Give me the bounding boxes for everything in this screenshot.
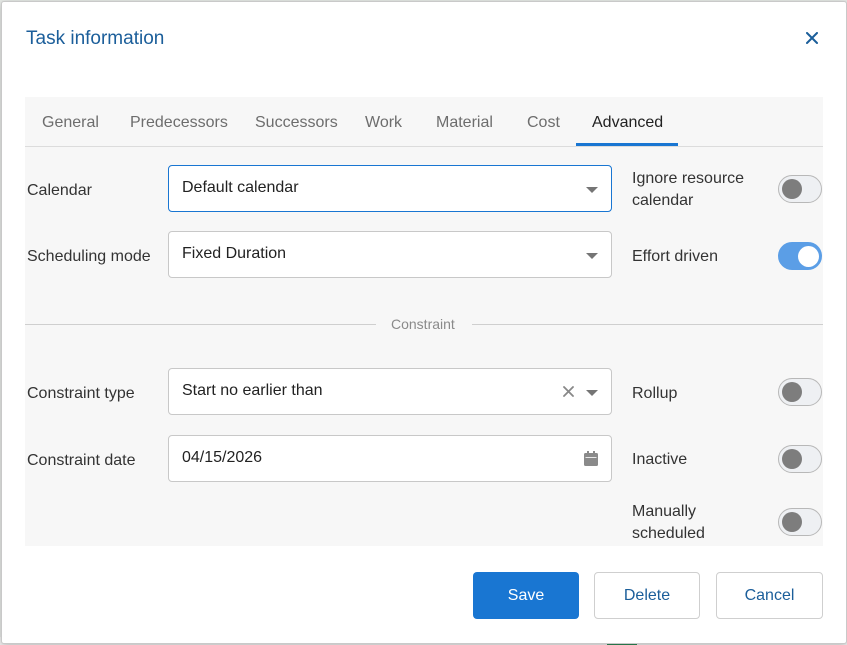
scheduling-mode-value: Fixed Duration [182, 245, 287, 262]
save-button[interactable]: Save [473, 572, 579, 619]
constraint-date-value: 04/15/2026 [182, 449, 263, 466]
constraint-date-field[interactable]: 04/15/2026 [168, 435, 612, 482]
constraint-divider-left [25, 324, 376, 325]
dialog-body: General Predecessors Successors Work Mat… [25, 97, 823, 546]
task-information-dialog: Task information General Predecessors Su… [1, 1, 847, 644]
scheduling-mode-select[interactable]: Fixed Duration [168, 231, 612, 278]
effort-driven-label: Effort driven [632, 248, 718, 265]
inactive-toggle[interactable] [778, 445, 822, 473]
constraint-type-select[interactable]: Start no earlier than [168, 368, 612, 415]
toggle-knob [782, 179, 802, 199]
tab-bar: General Predecessors Successors Work Mat… [25, 97, 823, 147]
manually-scheduled-label-line1: Manually [632, 503, 697, 520]
clear-icon [562, 385, 574, 397]
chevron-down-icon [586, 253, 598, 259]
tab-advanced[interactable]: Advanced [592, 114, 663, 132]
rollup-label: Rollup [632, 385, 678, 402]
constraint-divider-right [472, 324, 823, 325]
delete-button[interactable]: Delete [594, 572, 700, 619]
close-icon [806, 32, 818, 44]
constraint-type-value: Start no earlier than [182, 382, 323, 399]
tab-successors[interactable]: Successors [255, 114, 338, 132]
tab-work[interactable]: Work [365, 114, 402, 132]
clear-button[interactable] [558, 381, 578, 401]
close-button[interactable] [798, 24, 826, 52]
toggle-knob [798, 245, 819, 267]
constraint-type-label: Constraint type [27, 385, 135, 402]
effort-driven-toggle[interactable] [778, 242, 822, 270]
active-tab-indicator [576, 143, 678, 146]
toggle-knob [782, 449, 802, 469]
chevron-down-icon [586, 187, 598, 193]
ignore-resource-calendar-toggle[interactable] [778, 175, 822, 203]
tab-material[interactable]: Material [436, 114, 493, 132]
tab-predecessors[interactable]: Predecessors [130, 114, 228, 132]
tab-cost[interactable]: Cost [527, 114, 560, 132]
calendar-label: Calendar [27, 182, 92, 199]
calendar-icon[interactable] [583, 450, 599, 472]
tab-general[interactable]: General [42, 114, 99, 132]
ignore-resource-calendar-label-line2: calendar [632, 192, 694, 209]
scheduling-mode-label: Scheduling mode [27, 248, 151, 265]
toggle-knob [782, 512, 802, 532]
constraint-date-label: Constraint date [27, 452, 136, 469]
chevron-down-icon [586, 390, 598, 396]
calendar-value: Default calendar [182, 179, 299, 196]
rollup-toggle[interactable] [778, 378, 822, 406]
ignore-resource-calendar-label-line1: Ignore resource [632, 170, 745, 187]
inactive-label: Inactive [632, 451, 688, 468]
constraint-section-heading: Constraint [391, 316, 455, 332]
toggle-knob [782, 382, 802, 402]
manually-scheduled-toggle[interactable] [778, 508, 822, 536]
calendar-select[interactable]: Default calendar [168, 165, 612, 212]
manually-scheduled-label-line2: scheduled [632, 525, 705, 542]
dialog-title: Task information [26, 28, 165, 49]
cancel-button[interactable]: Cancel [716, 572, 823, 619]
